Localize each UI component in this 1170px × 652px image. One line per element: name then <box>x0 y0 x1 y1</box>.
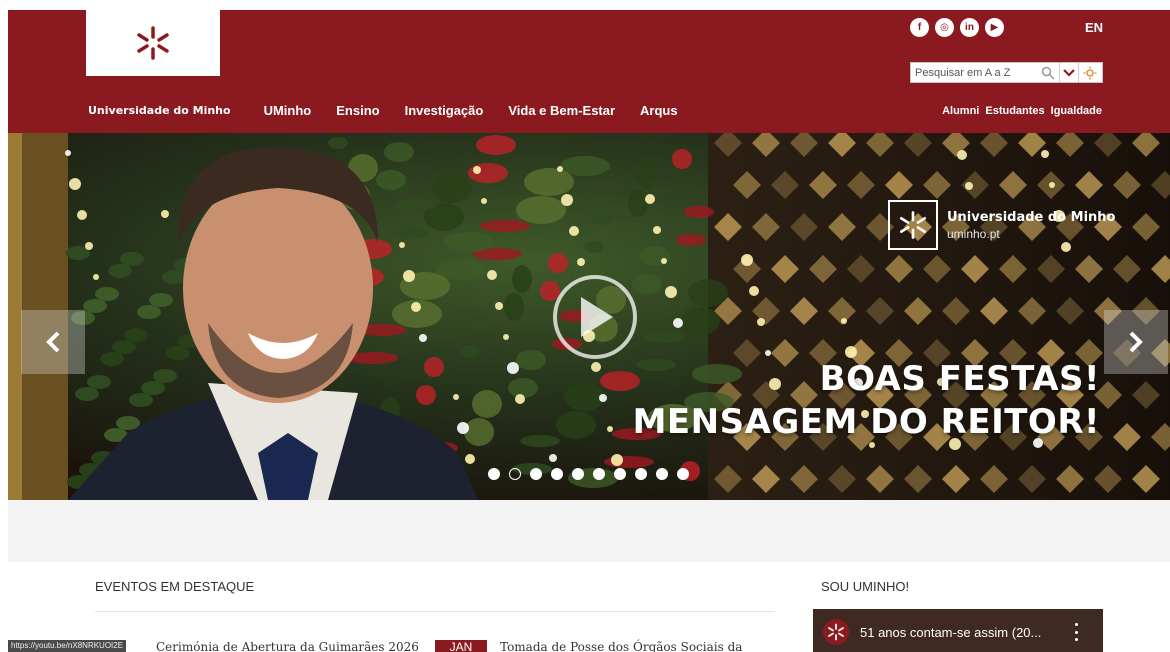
nav-igualdade[interactable]: Igualdade <box>1051 105 1102 117</box>
hero-uminho-logo: Universidade do Minho uminho.pt <box>888 200 1116 250</box>
chevron-down-icon[interactable] <box>1059 63 1078 82</box>
carousel-dot[interactable] <box>551 468 563 480</box>
play-icon <box>581 297 613 337</box>
nav-vida-e-bem-estar[interactable]: Vida e Bem-Estar <box>508 103 615 118</box>
nav-ensino[interactable]: Ensino <box>336 103 379 118</box>
carousel-dot[interactable] <box>488 468 500 480</box>
carousel-indicators <box>488 468 689 480</box>
more-options-icon[interactable] <box>1069 623 1083 641</box>
carousel-dot[interactable] <box>530 468 542 480</box>
nav-investigacao[interactable]: Investigação <box>405 103 484 118</box>
carousel-next-button[interactable] <box>1104 310 1168 374</box>
site-header: f ◎ in ▶ EN Universidade do Minho UMinho… <box>8 10 1170 133</box>
hero-logo-url: uminho.pt <box>947 226 1000 241</box>
nav-alumni[interactable]: Alumni <box>942 105 979 117</box>
search-bar <box>910 62 1103 83</box>
carousel-prev-button[interactable] <box>21 310 85 374</box>
nav-uminho[interactable]: UMinho <box>264 103 312 118</box>
carousel-dot[interactable] <box>677 468 689 480</box>
language-switch[interactable]: EN <box>1085 20 1103 35</box>
hero-title-line-1: BOAS FESTAS! <box>819 359 1100 399</box>
nav-universidade-do-minho[interactable]: Universidade do Minho <box>88 104 231 117</box>
facebook-icon[interactable]: f <box>910 18 929 37</box>
play-video-button[interactable] <box>553 275 637 359</box>
uminho-logo[interactable] <box>86 10 220 76</box>
instagram-icon[interactable]: ◎ <box>935 18 954 37</box>
channel-avatar <box>823 619 849 645</box>
search-icon[interactable] <box>1037 63 1059 82</box>
carousel-dot[interactable] <box>656 468 668 480</box>
chevron-right-icon <box>1129 331 1143 353</box>
carousel-dot[interactable] <box>509 468 521 480</box>
video-embed[interactable]: 51 anos contam-se assim (20... <box>813 609 1103 652</box>
nav-arqus[interactable]: Arqus <box>640 103 678 118</box>
youtube-icon[interactable]: ▶ <box>985 18 1004 37</box>
hero-logo-name: Universidade do Minho <box>947 209 1116 225</box>
social-links: f ◎ in ▶ <box>910 18 1004 37</box>
grey-band <box>8 500 1170 562</box>
hero-title-line-2: MENSAGEM DO REITOR! <box>632 402 1100 442</box>
uminho-logo-icon <box>888 200 938 250</box>
status-bar-url: https://youtu.be/nX8NRKUOI2E <box>8 640 127 652</box>
sou-uminho-section-title: SOU UMINHO! <box>821 579 910 594</box>
main-navigation: Universidade do Minho UMinho Ensino Inve… <box>88 103 703 118</box>
search-input[interactable] <box>911 63 1031 82</box>
secondary-navigation: Alumni Estudantes Igualdade <box>942 105 1102 117</box>
section-divider <box>95 611 775 612</box>
event-item-1[interactable]: Cerimónia de Abertura da Guimarães 2026 <box>156 640 419 652</box>
events-section-title: EVENTOS EM DESTAQUE <box>95 579 255 594</box>
hero-title: BOAS FESTAS! MENSAGEM DO REITOR! <box>633 358 1100 444</box>
event-item-2[interactable]: Tomada de Posse dos Órgãos Sociais da <box>500 640 742 652</box>
chevron-left-icon <box>46 331 60 353</box>
video-title[interactable]: 51 anos contam-se assim (20... <box>860 625 1041 640</box>
carousel-dot[interactable] <box>572 468 584 480</box>
carousel-dot[interactable] <box>635 468 647 480</box>
carousel-dot[interactable] <box>614 468 626 480</box>
linkedin-icon[interactable]: in <box>960 18 979 37</box>
uminho-logo-icon <box>137 26 169 60</box>
sun-icon[interactable] <box>1078 63 1100 82</box>
hero-carousel: Universidade do Minho uminho.pt BOAS FES… <box>8 133 1170 500</box>
carousel-dot[interactable] <box>593 468 605 480</box>
event-date-badge: JAN <box>435 640 487 652</box>
nav-estudantes[interactable]: Estudantes <box>985 105 1044 117</box>
